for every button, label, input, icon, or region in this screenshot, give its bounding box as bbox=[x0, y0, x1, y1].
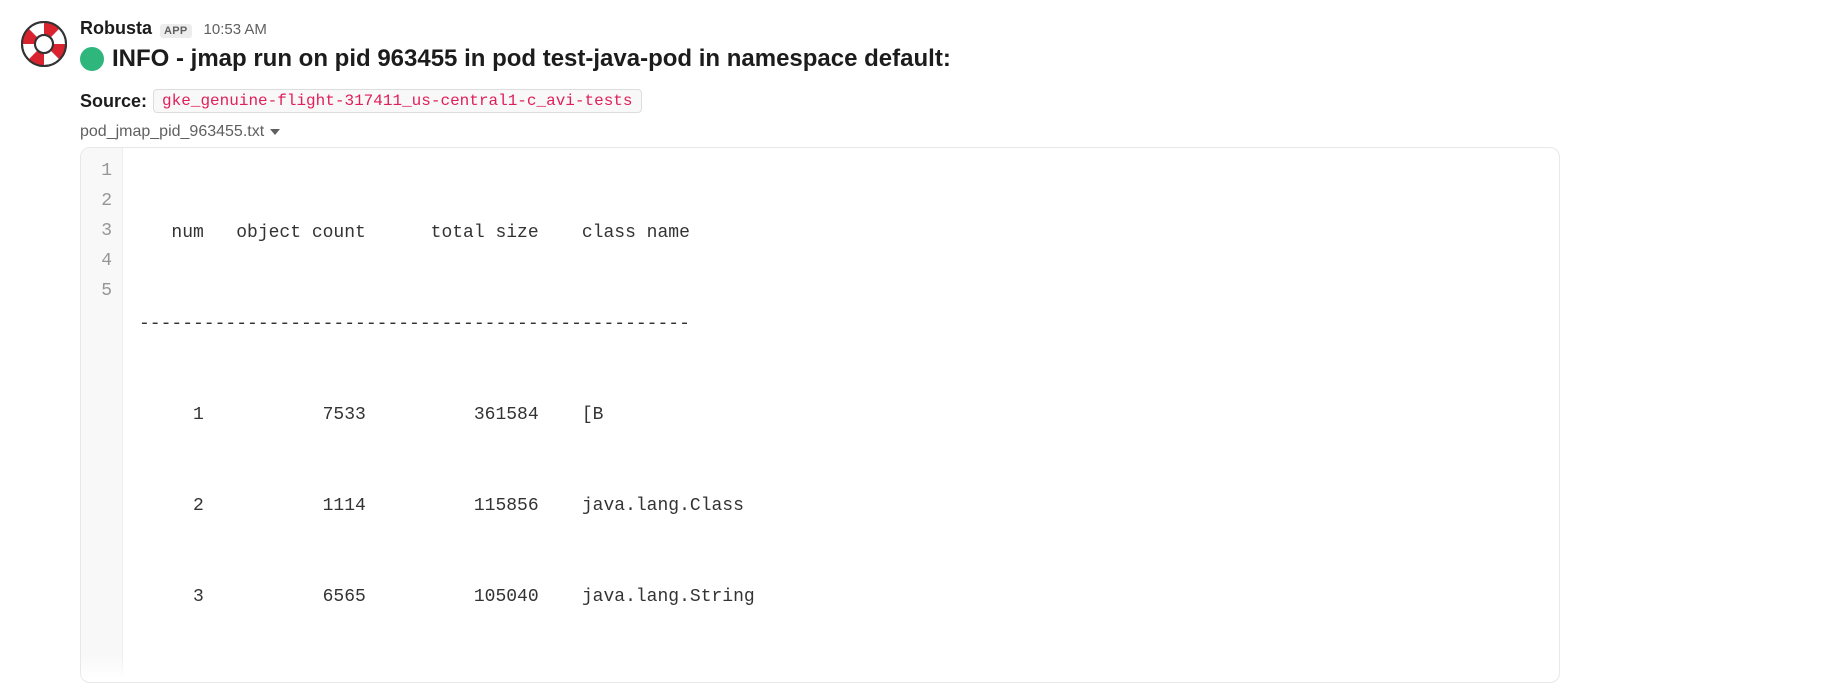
status-dot-icon bbox=[80, 47, 104, 71]
app-badge: APP bbox=[160, 24, 192, 38]
message-content: Robusta APP 10:53 AM INFO - jmap run on … bbox=[80, 16, 1812, 683]
message-row: Robusta APP 10:53 AM INFO - jmap run on … bbox=[20, 16, 1812, 683]
attachment-filename: pod_jmap_pid_963455.txt bbox=[80, 123, 264, 141]
title-line: INFO - jmap run on pid 963455 in pod tes… bbox=[80, 43, 1812, 75]
source-value[interactable]: gke_genuine-flight-317411_us-central1-c_… bbox=[153, 89, 641, 113]
line-gutter: 1 2 3 4 5 bbox=[81, 148, 123, 681]
code-line: num object count total size class name bbox=[139, 218, 755, 248]
code-line: 1 7533 361584 [B bbox=[139, 400, 755, 430]
attachment-toggle[interactable]: pod_jmap_pid_963455.txt bbox=[80, 123, 280, 141]
avatar bbox=[20, 20, 68, 68]
chevron-down-icon bbox=[270, 129, 280, 135]
line-number: 4 bbox=[91, 246, 112, 276]
source-line: Source: gke_genuine-flight-317411_us-cen… bbox=[80, 89, 1812, 113]
line-number: 2 bbox=[91, 186, 112, 216]
line-number: 1 bbox=[91, 156, 112, 186]
code-line: ----------------------------------------… bbox=[139, 309, 755, 339]
timestamp[interactable]: 10:53 AM bbox=[204, 21, 267, 38]
message-title: INFO - jmap run on pid 963455 in pod tes… bbox=[112, 43, 951, 75]
code-line: 3 6565 105040 java.lang.String bbox=[139, 582, 755, 612]
lifebuoy-icon bbox=[20, 20, 68, 68]
message-header: Robusta APP 10:53 AM bbox=[80, 18, 1812, 39]
source-label: Source: bbox=[80, 91, 147, 112]
code-line: 2 1114 115856 java.lang.Class bbox=[139, 491, 755, 521]
sender-name[interactable]: Robusta bbox=[80, 18, 152, 39]
line-number: 5 bbox=[91, 276, 112, 306]
code-snippet[interactable]: 1 2 3 4 5 num object count total size cl… bbox=[80, 147, 1560, 682]
code-body: num object count total size class name -… bbox=[123, 148, 771, 681]
line-number: 3 bbox=[91, 216, 112, 246]
